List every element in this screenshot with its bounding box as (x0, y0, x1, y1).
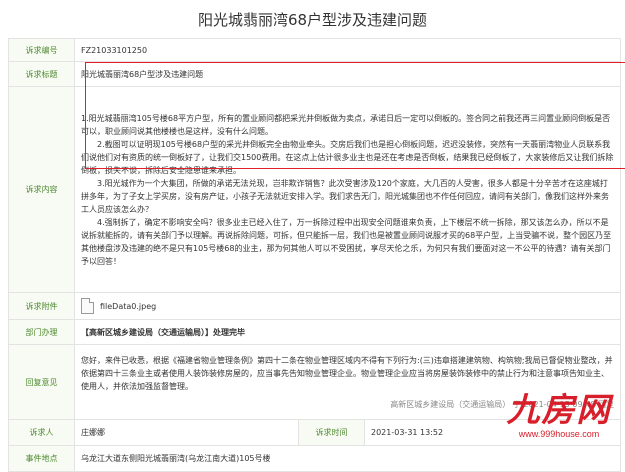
row-petitioner: 诉求人 庄娜娜 诉求时间 2021-03-31 13:52 (8, 419, 621, 446)
value-reply: 您好，来件已收悉，根据《福建省物业管理条例》第四十二条在物业管理区域内不得有下列… (74, 344, 621, 420)
label-location: 事件地点 (8, 445, 75, 472)
label-petitioner: 诉求人 (8, 419, 75, 446)
value-attachment: fileData0.jpeg (74, 292, 621, 320)
page-title: 阳光城翡丽湾68户型涉及违建问题 (197, 11, 428, 29)
row-number: 诉求编号 FZ21033101250 (8, 38, 621, 62)
value-time: 2021-03-31 13:52 (364, 419, 621, 446)
row-reply: 回复意见 您好，来件已收悉，根据《福建省物业管理条例》第四十二条在物业管理区域内… (8, 344, 621, 420)
label-time: 诉求时间 (298, 419, 365, 446)
label-subject: 诉求标题 (8, 61, 75, 87)
reply-signature: 高新区城乡建设局（交通运输局） 于 2021-04-15 09:48 回复 (390, 400, 614, 409)
attachment-link[interactable]: fileData0.jpeg (100, 302, 156, 311)
row-location: 事件地点 乌龙江大道东侧阳光城翡丽湾(乌龙江南大道)105号楼 (8, 445, 621, 472)
label-handling: 部门办理 (8, 319, 75, 345)
label-number: 诉求编号 (8, 38, 75, 62)
value-location: 乌龙江大道东侧阳光城翡丽湾(乌龙江南大道)105号楼 (74, 445, 621, 472)
row-handling: 部门办理 【高新区城乡建设局（交通运输局）】处理完毕 (8, 319, 621, 345)
label-attachment: 诉求附件 (8, 292, 75, 320)
value-petitioner: 庄娜娜 (74, 419, 299, 446)
content-paragraph-3: 3.阳光城作为一个大集团，所做的承诺无法兑现，岂非欺诈销售？此次受害涉及120个… (81, 178, 609, 214)
label-reply: 回复意见 (8, 344, 75, 420)
value-number: FZ21033101250 (74, 38, 621, 62)
value-handling: 【高新区城乡建设局（交通运输局）】处理完毕 (74, 319, 621, 345)
reply-text: 您好，来件已收悉，根据《福建省物业管理条例》第四十二条在物业管理区域内不得有下列… (81, 356, 613, 391)
content-paragraph-4: 4.强制拆了，确定不影响安全吗？很多业主已经入住了，万一拆除过程中出现安全问题谁… (81, 217, 612, 266)
highlight-box (85, 62, 625, 169)
row-attachment: 诉求附件 fileData0.jpeg (8, 292, 621, 320)
file-icon (81, 298, 94, 314)
label-content: 诉求内容 (8, 86, 75, 293)
